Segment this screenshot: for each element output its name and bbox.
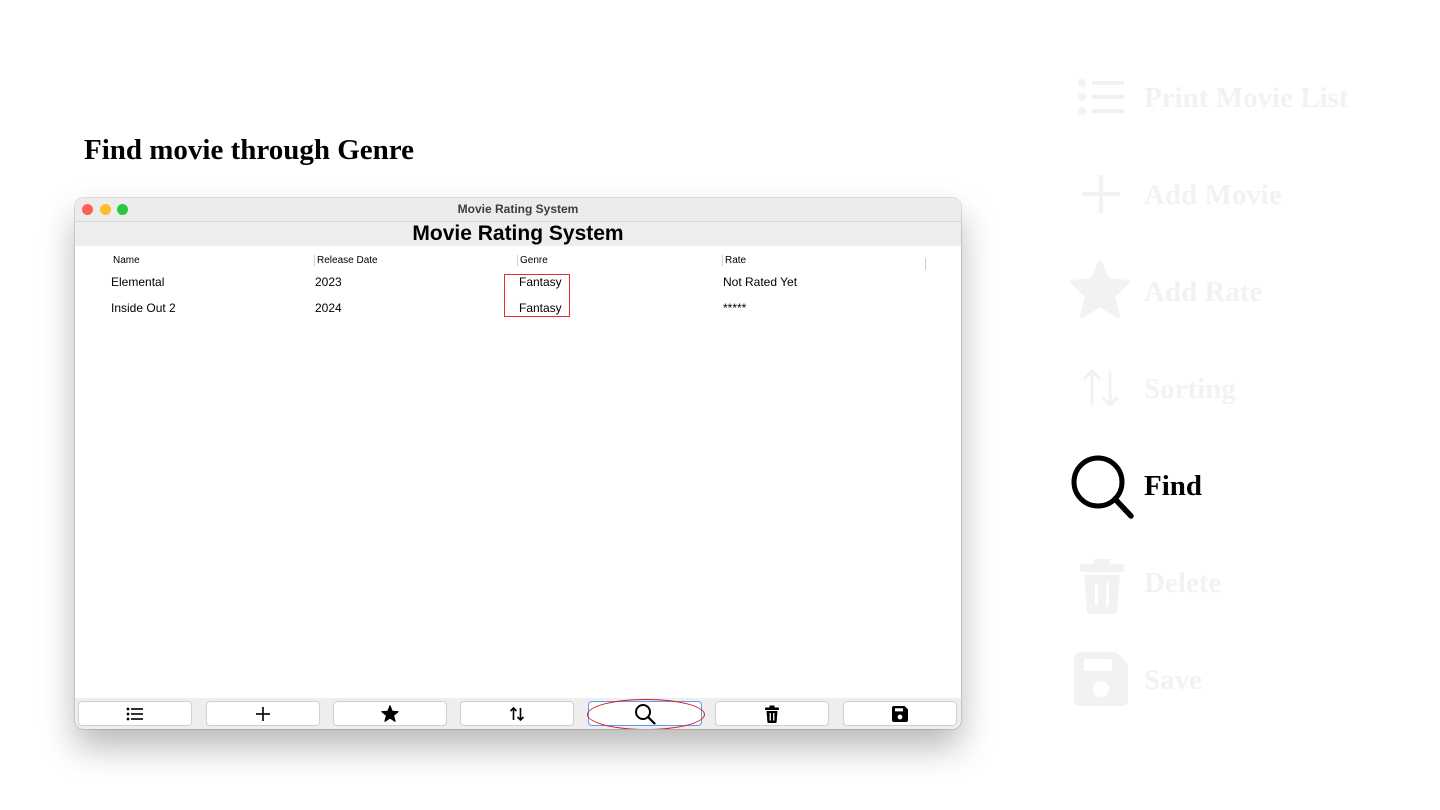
sort-arrows-icon [1082,368,1120,408]
cell-release-date: 2024 [315,301,342,315]
list-button[interactable] [78,701,192,726]
sort-button[interactable] [460,701,574,726]
plus-icon [256,706,270,721]
plus-icon [1082,175,1120,213]
trash-icon [765,705,779,723]
legend-item-sorting: Sorting [1068,355,1398,425]
column-header-release-date[interactable]: Release Date [314,255,378,266]
legend-item-delete: Delete [1068,549,1398,619]
toolbar [75,698,961,729]
legend-item-print-movie-list: Print Movie List [1068,64,1398,134]
list-icon [126,707,143,720]
floppy-disk-icon [892,705,908,722]
legend-label: Sorting [1144,373,1236,405]
genre-highlight-box [504,274,570,317]
delete-button[interactable] [715,701,829,726]
sort-arrows-icon [509,706,525,721]
save-button[interactable] [843,701,957,726]
star-icon [381,705,399,722]
cell-name: Elemental [111,275,165,289]
legend-item-add-rate: Add Rate [1068,258,1398,328]
trash-icon [1080,559,1124,614]
legend-item-save: Save [1068,646,1398,716]
cell-release-date: 2023 [315,275,342,289]
cell-name: Inside Out 2 [111,301,176,315]
table-header: Name Release Date Genre Rate [75,255,961,270]
list-icon [1078,79,1124,115]
floppy-disk-icon [1074,652,1128,706]
app-window: Movie Rating System Movie Rating System … [75,198,961,729]
legend-item-add-movie: Add Movie [1068,161,1398,231]
app-header: Movie Rating System [75,222,961,246]
legend-label: Find [1144,470,1203,502]
column-header-rate[interactable]: Rate [722,255,746,266]
page-heading: Find movie through Genre [84,134,415,166]
column-header-genre[interactable]: Genre [517,255,548,266]
column-header-name[interactable]: Name [111,255,140,266]
search-icon [1071,455,1134,519]
legend-label: Save [1144,664,1202,696]
legend-label: Add Rate [1144,276,1263,308]
add-button[interactable] [206,701,320,726]
cell-rate: ***** [723,301,747,315]
legend-label: Add Movie [1144,179,1282,211]
title-bar: Movie Rating System [75,198,961,222]
rate-button[interactable] [333,701,447,726]
star-icon [1070,260,1130,318]
find-highlight-ellipse [587,699,705,729]
cell-rate: Not Rated Yet [723,275,798,289]
window-title: Movie Rating System [457,202,579,216]
legend-label: Delete [1144,567,1222,599]
legend-item-find: Find [1068,452,1398,522]
legend-label: Print Movie List [1144,82,1349,114]
